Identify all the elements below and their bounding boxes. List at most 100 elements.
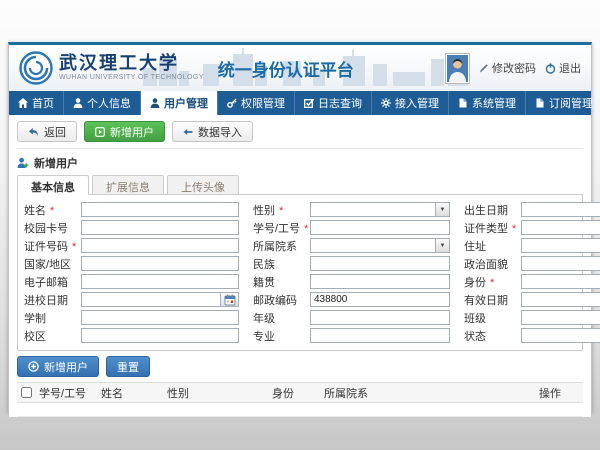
field-label: 电子邮箱 — [24, 274, 81, 290]
valid-date-input[interactable] — [521, 292, 600, 307]
status-input[interactable] — [521, 328, 600, 343]
university-name-cn: 武汉理工大学 — [59, 54, 204, 74]
form-field-major: 专业 — [253, 328, 450, 343]
data-import-label: 数据导入 — [198, 124, 242, 140]
column-header-gender: 性别 — [163, 383, 268, 403]
nav-item-access-mgmt[interactable]: 接入管理 — [372, 91, 449, 115]
nav-item-label: 个人信息 — [87, 95, 131, 111]
form-field-political-status: 政治面貌 — [464, 256, 600, 271]
field-label: 国家/地区 — [24, 256, 81, 272]
grade-input[interactable] — [310, 310, 450, 325]
required-asterisk: * — [69, 241, 76, 253]
nav-item-profile[interactable]: 个人信息 — [64, 91, 141, 115]
campus-input[interactable] — [81, 328, 239, 343]
political-status-input[interactable] — [521, 256, 600, 271]
campus-card-input[interactable] — [81, 220, 239, 235]
column-header-name: 姓名 — [97, 383, 163, 403]
chevron-down-icon: ▼ — [435, 239, 449, 252]
identity-input[interactable] — [521, 274, 600, 289]
form-field-native-place: 籍贯 — [253, 274, 450, 289]
logout-button[interactable]: 退出 — [545, 60, 581, 76]
field-control — [521, 238, 600, 253]
university-name-en: WUHAN UNIVERSITY OF TECHNOLOGY — [59, 74, 204, 82]
form-field-campus-card: 校园卡号 — [24, 220, 239, 235]
main-nav: 首页个人信息用户管理权限管理日志查询接入管理系统管理订阅管理 — [9, 91, 591, 115]
field-label: 身份 * — [464, 274, 521, 290]
section-title: 新增用户 — [34, 155, 78, 171]
field-control — [310, 220, 450, 235]
new-user-icon — [17, 157, 29, 169]
field-label: 年级 — [253, 310, 310, 326]
id-number-input[interactable] — [81, 238, 239, 253]
logout-label: 退出 — [559, 60, 581, 76]
back-button[interactable]: 返回 — [17, 121, 77, 142]
field-label: 证件号码 * — [24, 238, 81, 254]
address-input[interactable] — [521, 238, 600, 253]
table-row — [17, 403, 583, 417]
field-label: 政治面貌 — [464, 256, 521, 272]
section-header: 新增用户 — [17, 149, 583, 175]
class-input[interactable] — [521, 310, 600, 325]
ethnicity-input[interactable] — [310, 256, 450, 271]
data-import-button[interactable]: 数据导入 — [172, 121, 253, 142]
field-label: 住址 — [464, 238, 521, 254]
gender-select[interactable]: ▼ — [310, 202, 450, 217]
empty-cell — [268, 403, 320, 417]
nav-item-system-mgmt[interactable]: 系统管理 — [449, 91, 526, 115]
app-window: 武汉理工大学 WUHAN UNIVERSITY OF TECHNOLOGY 统一… — [8, 42, 592, 412]
field-control — [521, 274, 600, 289]
name-input[interactable] — [81, 202, 239, 217]
content-area: 返回 新增用户 数据导入 — [9, 115, 591, 417]
back-arrow-icon — [28, 127, 39, 137]
department-select[interactable]: ▼ — [310, 238, 450, 253]
nav-item-home[interactable]: 首页 — [9, 91, 64, 115]
empty-cell — [163, 403, 268, 417]
nav-item-user-mgmt[interactable]: 用户管理 — [141, 91, 218, 115]
native-place-input[interactable] — [310, 274, 450, 289]
tab-extended-info[interactable]: 扩展信息 — [92, 175, 164, 195]
id-type-input[interactable] — [521, 220, 600, 235]
nav-item-permission-mgmt[interactable]: 权限管理 — [218, 91, 295, 115]
column-header-department: 所属院系 — [320, 383, 535, 403]
reset-button[interactable]: 重置 — [106, 356, 150, 377]
form-actions: 新增用户 重置 — [17, 351, 583, 382]
form-field-campus: 校区 — [24, 328, 239, 343]
birth-date-input[interactable] — [521, 202, 600, 217]
page-icon — [458, 98, 468, 108]
tab-basic-info[interactable]: 基本信息 — [17, 175, 89, 195]
add-user-toolbar-button[interactable]: 新增用户 — [84, 121, 165, 142]
calendar-icon[interactable] — [221, 292, 239, 307]
enroll-date-input[interactable] — [81, 292, 221, 307]
nav-item-subscription-mgmt[interactable]: 订阅管理 — [526, 91, 600, 115]
schooling-length-input[interactable] — [81, 310, 239, 325]
select-all-checkbox[interactable] — [21, 387, 32, 398]
check-square-icon — [304, 98, 314, 108]
platform-title: 统一身份认证平台 — [218, 56, 354, 81]
nav-item-log-query[interactable]: 日志查询 — [295, 91, 372, 115]
country-input[interactable] — [81, 256, 239, 271]
change-password-button[interactable]: 修改密码 — [479, 60, 536, 76]
field-control — [310, 256, 450, 271]
field-control — [81, 292, 239, 307]
field-label: 学制 — [24, 310, 81, 326]
column-header-identity: 身份 — [268, 383, 320, 403]
email-input[interactable] — [81, 274, 239, 289]
form-tabs: 基本信息扩展信息上传头像 — [17, 175, 583, 195]
empty-cell — [320, 403, 535, 417]
add-user-submit-button[interactable]: 新增用户 — [17, 356, 99, 377]
postal-code-input[interactable] — [310, 292, 450, 307]
form-field-student-id: 学号/工号 * — [253, 220, 450, 235]
field-label: 进校日期 — [24, 292, 81, 308]
add-user-submit-label: 新增用户 — [44, 359, 88, 375]
required-asterisk: * — [301, 223, 308, 235]
field-control — [81, 238, 239, 253]
pencil-icon — [479, 63, 489, 73]
empty-cell — [535, 403, 583, 417]
tab-upload-avatar[interactable]: 上传头像 — [167, 175, 239, 195]
toolbar: 返回 新增用户 数据导入 — [17, 115, 583, 149]
student-id-input[interactable] — [310, 220, 450, 235]
empty-cell — [97, 403, 163, 417]
field-label: 专业 — [253, 328, 310, 344]
form-field-valid-date: 有效日期 — [464, 292, 600, 307]
major-input[interactable] — [310, 328, 450, 343]
